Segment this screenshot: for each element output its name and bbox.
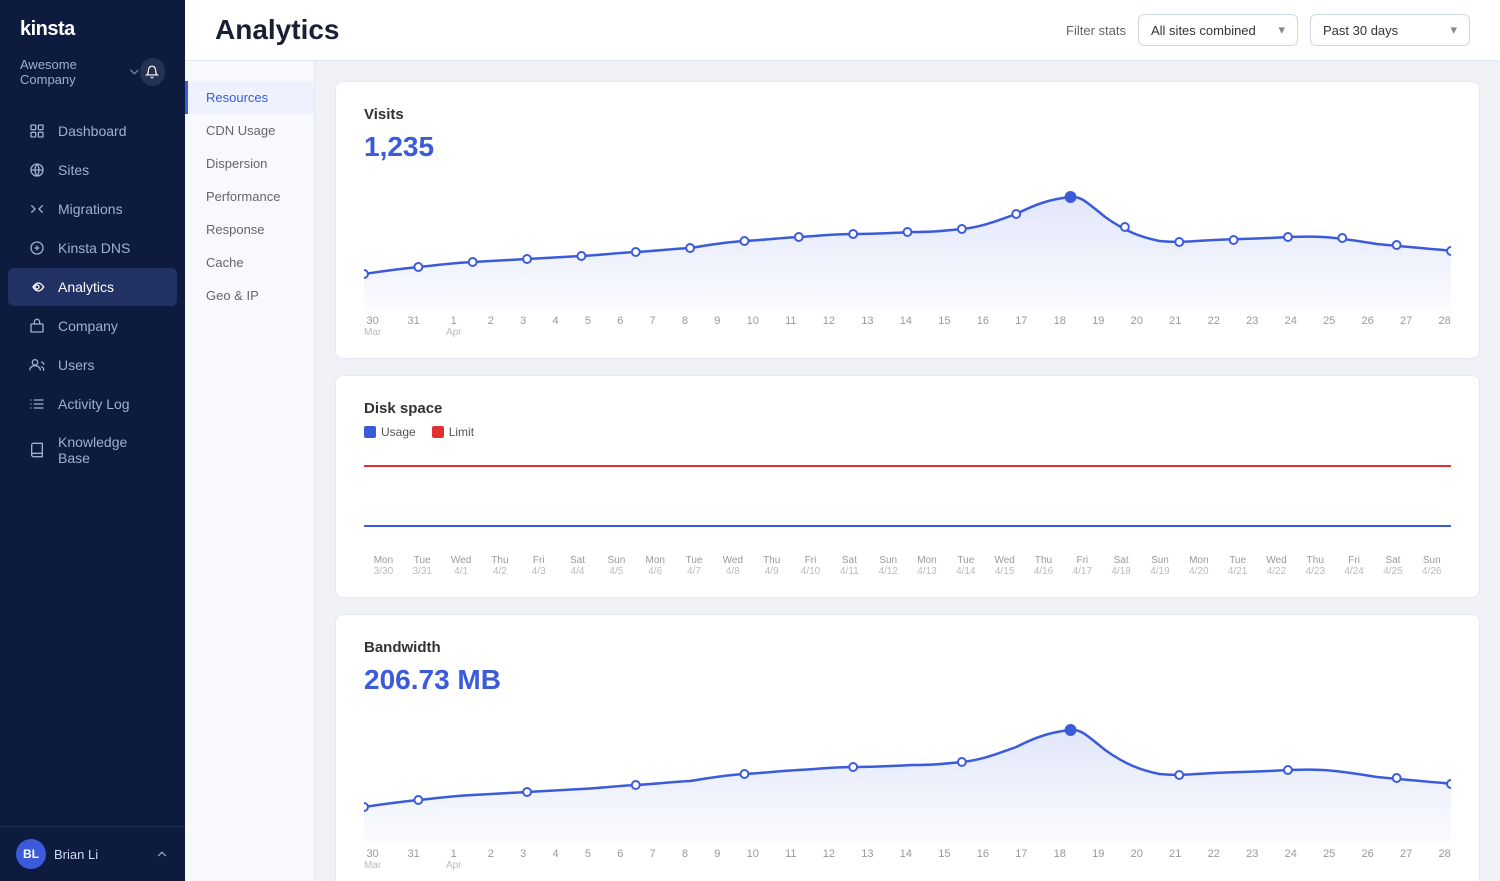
sidebar-item-users[interactable]: Users — [8, 346, 177, 384]
disk-chart-svg — [364, 451, 1451, 551]
chevron-down-icon — [129, 66, 140, 78]
user-name: Brian Li — [54, 847, 98, 862]
users-icon — [28, 356, 46, 374]
sidebar-item-migrations[interactable]: Migrations — [8, 190, 177, 228]
sidebar-item-activity-log[interactable]: Activity Log — [8, 385, 177, 423]
legend-limit: Limit — [432, 425, 474, 439]
usage-color-dot — [364, 426, 376, 438]
sub-nav-geo-ip[interactable]: Geo & IP — [185, 279, 314, 312]
filter-label: Filter stats — [1066, 23, 1126, 38]
analytics-icon — [28, 278, 46, 296]
migrations-icon — [28, 200, 46, 218]
sub-nav-response[interactable]: Response — [185, 213, 314, 246]
logo-area: kinsta — [0, 0, 185, 53]
disk-title: Disk space — [364, 400, 1451, 417]
disk-chart-container — [364, 451, 1451, 551]
sub-nav-cache[interactable]: Cache — [185, 246, 314, 279]
sub-nav-cdn-usage[interactable]: CDN Usage — [185, 114, 314, 147]
sidebar-item-kinsta-dns[interactable]: Kinsta DNS — [8, 229, 177, 267]
sidebar-item-sites[interactable]: Sites — [8, 151, 177, 189]
content-area: Resources CDN Usage Dispersion Performan… — [185, 61, 1500, 881]
sub-nav-dispersion[interactable]: Dispersion — [185, 147, 314, 180]
user-info[interactable]: BL Brian Li — [16, 839, 98, 869]
bell-icon — [145, 65, 159, 79]
kinsta-logo: kinsta — [20, 18, 75, 41]
time-filter-chevron: ▾ — [1450, 22, 1457, 38]
main-nav: Dashboard Sites Migrations Kinsta DNS An… — [0, 103, 185, 826]
company-icon — [28, 317, 46, 335]
bandwidth-x-axis: 30Mar 31 1Apr 2 3 4 5 6 7 8 9 10 11 12 1… — [364, 848, 1451, 871]
visits-x-axis: 30Mar 31 1Apr 2 3 4 5 6 7 8 9 10 11 12 1… — [364, 315, 1451, 338]
bandwidth-title: Bandwidth — [364, 639, 1451, 656]
sidebar-item-dashboard[interactable]: Dashboard — [8, 112, 177, 150]
company-row[interactable]: Awesome Company — [0, 53, 185, 103]
globe-icon — [28, 161, 46, 179]
sidebar-item-analytics[interactable]: Analytics — [8, 268, 177, 306]
list-icon — [28, 395, 46, 413]
bandwidth-card: Bandwidth 206.73 MB — [335, 614, 1480, 881]
page-title: Analytics — [215, 14, 340, 46]
visits-title: Visits — [364, 106, 1451, 123]
bandwidth-chart-svg — [364, 712, 1451, 842]
site-filter-select[interactable]: All sites combined ▾ — [1138, 14, 1298, 46]
bandwidth-value: 206.73 MB — [364, 664, 1451, 696]
bandwidth-chart-container — [364, 712, 1451, 842]
visits-card: Visits 1,235 — [335, 81, 1480, 359]
disk-legend: Usage Limit — [364, 425, 1451, 439]
visits-chart-svg — [364, 179, 1451, 309]
dns-icon — [28, 239, 46, 257]
sidebar: kinsta Awesome Company Dashboard Sites — [0, 0, 185, 881]
notification-bell[interactable] — [140, 58, 165, 86]
sidebar-bottom: BL Brian Li — [0, 826, 185, 881]
sidebar-item-knowledge-base[interactable]: Knowledge Base — [8, 424, 177, 476]
grid-icon — [28, 122, 46, 140]
sub-nav: Resources CDN Usage Dispersion Performan… — [185, 61, 315, 881]
book-icon — [28, 441, 46, 459]
sub-nav-performance[interactable]: Performance — [185, 180, 314, 213]
disk-x-axis: Mon3/30 Tue3/31 Wed4/1 Thu4/2 Fri4/3 Sat… — [364, 555, 1451, 577]
disk-space-card: Disk space Usage Limit — [335, 375, 1480, 598]
header: Analytics Filter stats All sites combine… — [185, 0, 1500, 61]
charts-area: Visits 1,235 — [315, 61, 1500, 881]
sub-nav-resources[interactable]: Resources — [185, 81, 314, 114]
main-area: Analytics Filter stats All sites combine… — [185, 0, 1500, 881]
time-filter-select[interactable]: Past 30 days ▾ — [1310, 14, 1470, 46]
user-avatar: BL — [16, 839, 46, 869]
sidebar-item-company[interactable]: Company — [8, 307, 177, 345]
limit-color-dot — [432, 426, 444, 438]
chevron-up-icon — [155, 847, 169, 861]
header-right: Filter stats All sites combined ▾ Past 3… — [1066, 14, 1470, 46]
visits-value: 1,235 — [364, 131, 1451, 163]
legend-usage: Usage — [364, 425, 416, 439]
site-filter-chevron: ▾ — [1278, 22, 1285, 38]
company-name: Awesome Company — [20, 57, 140, 87]
visits-chart-container — [364, 179, 1451, 309]
